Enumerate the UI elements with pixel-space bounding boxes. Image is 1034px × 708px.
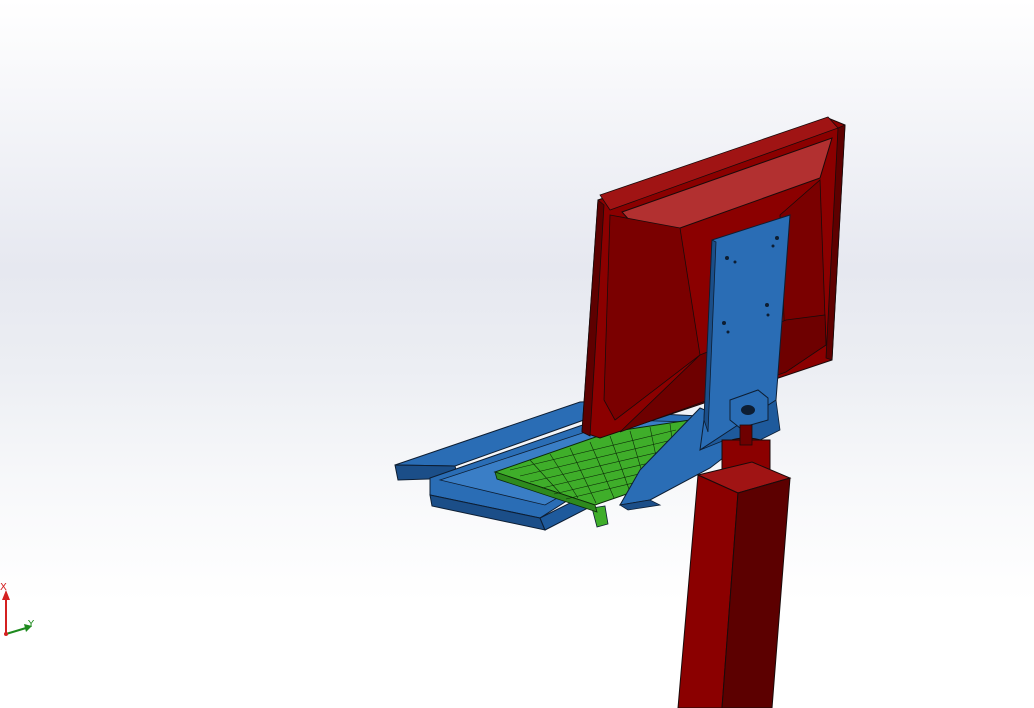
- y-axis-line: [5, 627, 27, 635]
- axis-triad: X Y: [0, 582, 35, 636]
- cad-graphics-viewport[interactable]: X Y: [0, 0, 1034, 708]
- y-axis-label: Y: [27, 619, 35, 630]
- bracket-clamp-bore: [741, 405, 755, 415]
- mounting-bracket[interactable]: [699, 214, 791, 452]
- x-axis-label: X: [0, 582, 7, 593]
- triad-origin: [4, 632, 8, 636]
- cad-model-scene[interactable]: [0, 0, 1034, 708]
- pole-pin: [739, 424, 753, 446]
